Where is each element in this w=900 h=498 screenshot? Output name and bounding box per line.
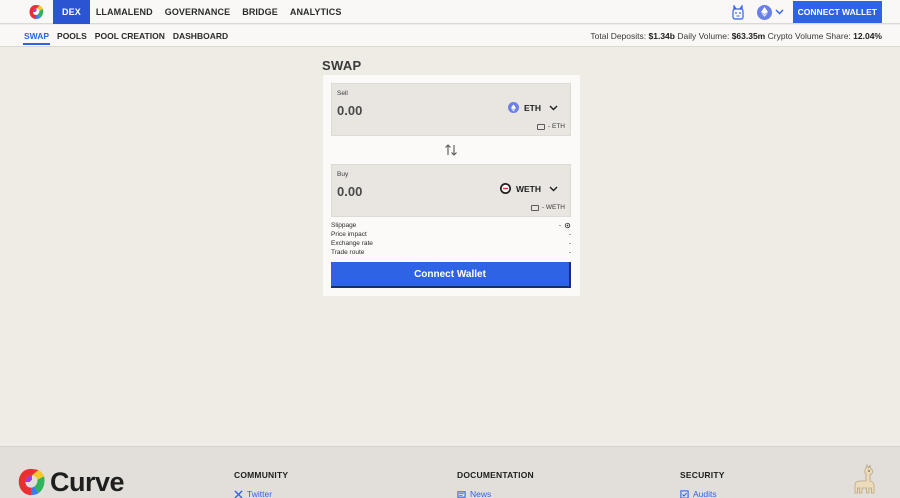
detail-row-price-impact: Price impact - <box>331 230 571 239</box>
sub-navigation-bar: SWAP POOLS POOL CREATION DASHBOARD Total… <box>0 25 900 47</box>
buy-amount-input[interactable]: 0.00 <box>337 184 362 199</box>
connect-wallet-button[interactable]: Connect Wallet <box>331 262 571 288</box>
footer: Curve COMMUNITY Twitter DOCUMENTATION Ne… <box>0 446 900 498</box>
chevron-down-icon <box>549 186 558 191</box>
protocol-stats: Total Deposits: $1.34b Daily Volume: $63… <box>590 25 882 47</box>
sell-balance-value: - ETH <box>548 123 565 130</box>
footer-heading: SECURITY <box>680 470 725 480</box>
nav-item-governance[interactable]: GOVERNANCE <box>159 0 237 24</box>
footer-heading: COMMUNITY <box>234 470 289 480</box>
subnav-item-pools[interactable]: POOLS <box>53 25 91 47</box>
crypto-share-label: Crypto Volume Share: <box>767 31 851 41</box>
detail-value-wrap: - <box>559 221 571 230</box>
nav-item-dex[interactable]: DEX <box>53 0 90 24</box>
swap-details: Slippage - Price impact - Exchange rate … <box>331 221 571 257</box>
sell-balance: - ETH <box>537 123 565 130</box>
footer-link-label: Twitter <box>247 489 273 498</box>
swap-card: Sell 0.00 ETH - ETH Buy 0.00 WETH - WETH… <box>323 75 580 296</box>
detail-label: Trade route <box>331 249 365 256</box>
swap-direction-icon[interactable] <box>444 144 458 156</box>
buy-balance: - WETH <box>530 204 565 211</box>
main-nav: DEX LLAMALEND GOVERNANCE BRIDGE ANALYTIC… <box>53 0 347 24</box>
buy-box: Buy 0.00 WETH - WETH <box>331 164 571 217</box>
buy-label: Buy <box>337 171 349 178</box>
curve-logo-icon[interactable] <box>28 4 44 20</box>
footer-brand[interactable]: Curve <box>16 467 125 497</box>
wallet-icon <box>530 204 539 211</box>
detail-label: Price impact <box>331 231 367 238</box>
sell-token-name: ETH <box>524 102 541 113</box>
chevron-down-icon <box>775 9 784 15</box>
sell-box: Sell 0.00 ETH - ETH <box>331 83 571 136</box>
nav-item-llamalend[interactable]: LLAMALEND <box>90 0 159 24</box>
detail-value: - <box>568 231 571 238</box>
sell-amount-input[interactable]: 0.00 <box>337 103 362 118</box>
daily-volume-label: Daily Volume: <box>677 31 730 41</box>
llama-face-icon <box>732 4 744 20</box>
chain-selector-button[interactable] <box>756 4 784 20</box>
nav-item-bridge[interactable]: BRIDGE <box>236 0 284 24</box>
footer-brand-name: Curve <box>50 467 125 497</box>
buy-token-selector[interactable]: WETH <box>499 183 558 194</box>
nav-item-analytics[interactable]: ANALYTICS <box>284 0 348 24</box>
sell-token-selector[interactable]: ETH <box>508 102 558 113</box>
subnav-item-pool-creation[interactable]: POOL CREATION <box>91 25 169 47</box>
news-icon <box>457 490 466 498</box>
top-right-controls: CONNECT WALLET <box>729 0 882 24</box>
footer-link-news[interactable]: News <box>457 489 534 498</box>
footer-heading: DOCUMENTATION <box>457 470 534 480</box>
detail-value: - <box>558 222 561 229</box>
total-deposits-value: $1.34b <box>648 31 675 41</box>
footer-column-community: COMMUNITY Twitter <box>234 470 288 498</box>
footer-column-security: SECURITY Audits <box>680 470 725 498</box>
llama-mascot-icon <box>854 464 875 494</box>
detail-label: Slippage <box>331 222 357 229</box>
footer-link-twitter[interactable]: Twitter <box>234 489 288 498</box>
buy-token-name: WETH <box>515 183 541 194</box>
detail-row-slippage: Slippage - <box>331 221 571 230</box>
daily-volume-value: $63.35m <box>731 31 766 41</box>
checkbox-icon <box>680 489 689 498</box>
twitter-x-icon <box>234 489 243 498</box>
buy-balance-value: - WETH <box>541 204 565 211</box>
dex-subnav: SWAP POOLS POOL CREATION DASHBOARD <box>20 25 232 47</box>
sell-label: Sell <box>337 90 348 97</box>
gear-icon[interactable] <box>564 222 571 229</box>
theme-toggle-button[interactable] <box>729 3 747 21</box>
subnav-item-swap[interactable]: SWAP <box>20 25 53 47</box>
wallet-icon <box>537 123 546 130</box>
total-deposits-label: Total Deposits: <box>590 31 647 41</box>
connect-wallet-button-header[interactable]: CONNECT WALLET <box>792 1 882 23</box>
footer-link-audits[interactable]: Audits <box>680 489 725 498</box>
page-title: SWAP <box>322 58 362 73</box>
detail-row-trade-route: Trade route - <box>331 248 571 257</box>
ethereum-icon <box>756 4 772 20</box>
footer-column-documentation: DOCUMENTATION News <box>457 470 534 498</box>
subnav-item-dashboard[interactable]: DASHBOARD <box>169 25 232 47</box>
detail-row-exchange-rate: Exchange rate - <box>331 239 571 248</box>
detail-value: - <box>568 249 571 256</box>
footer-link-label: News <box>470 489 492 498</box>
eth-token-icon <box>508 102 519 113</box>
detail-value: - <box>568 240 571 247</box>
chevron-down-icon <box>549 105 558 110</box>
curve-logo-icon <box>18 468 45 496</box>
detail-label: Exchange rate <box>331 240 373 247</box>
weth-token-icon <box>499 183 511 194</box>
crypto-share-value: 12.04% <box>853 31 882 41</box>
footer-link-label: Audits <box>693 489 717 498</box>
top-navigation-bar: DEX LLAMALEND GOVERNANCE BRIDGE ANALYTIC… <box>0 0 900 24</box>
